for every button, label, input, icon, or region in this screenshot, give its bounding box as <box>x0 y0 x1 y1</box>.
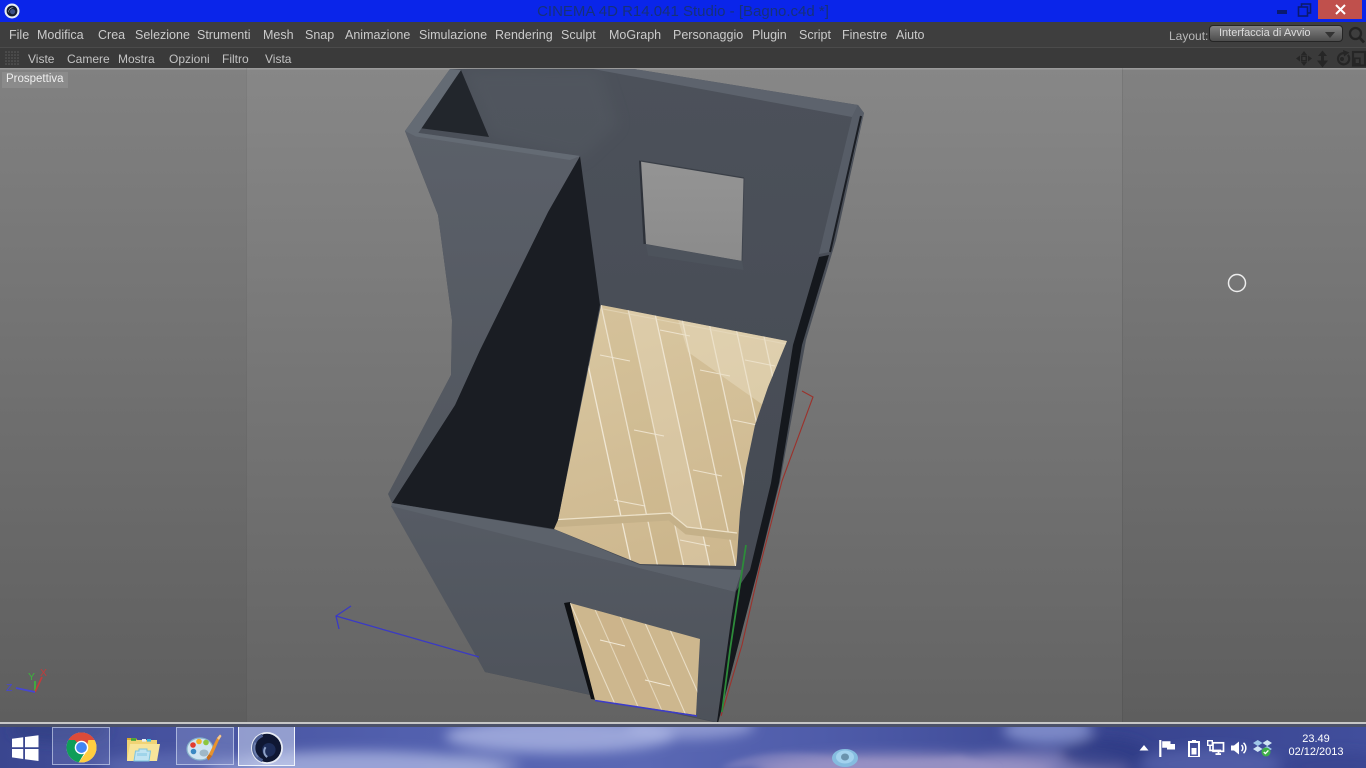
svg-text:Z: Z <box>6 682 13 694</box>
svg-text:Y: Y <box>28 671 35 683</box>
svg-text:X: X <box>40 667 47 679</box>
